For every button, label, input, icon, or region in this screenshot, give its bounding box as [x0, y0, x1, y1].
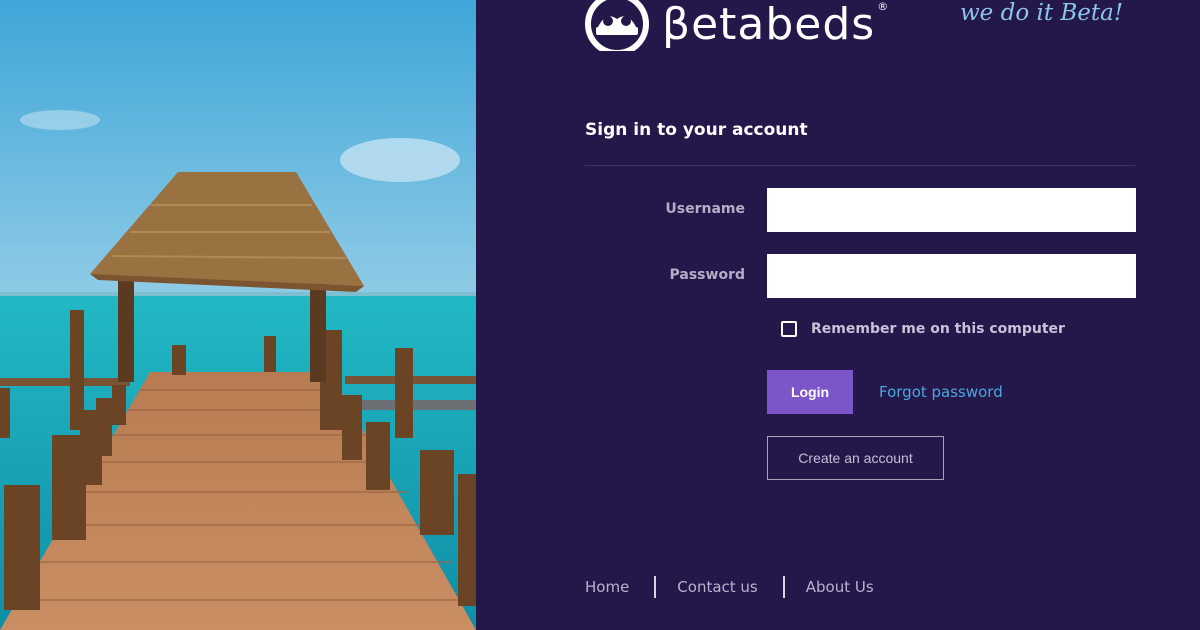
heading-divider	[585, 165, 1135, 166]
footer-link-home[interactable]: Home	[585, 578, 629, 596]
forgot-password-link[interactable]: Forgot password	[879, 383, 1003, 401]
hero-photo	[0, 0, 476, 630]
brand-tagline: we do it Beta!	[960, 0, 1124, 26]
form-heading: Sign in to your account	[585, 120, 808, 140]
remember-me-label[interactable]: Remember me on this computer	[811, 321, 1065, 337]
username-input[interactable]	[767, 188, 1136, 232]
footer-link-contact[interactable]: Contact us	[677, 578, 757, 596]
footer-separator	[782, 576, 785, 598]
footer-link-about[interactable]: About Us	[806, 578, 874, 596]
create-account-button[interactable]: Create an account	[767, 436, 944, 480]
username-label: Username	[665, 201, 745, 217]
bed-circle-logo-icon	[585, 0, 649, 51]
checkbox-icon[interactable]	[781, 321, 797, 337]
footer-separator	[654, 576, 657, 598]
footer-nav: Home Contact us About Us	[585, 576, 874, 598]
login-button[interactable]: Login	[767, 370, 853, 414]
registered-mark: ®	[877, 0, 889, 13]
brand-name: βetabeds	[662, 0, 876, 50]
login-panel: βetabeds ® we do it Beta! Sign in to you…	[476, 0, 1200, 630]
remember-me-row[interactable]: Remember me on this computer	[781, 321, 1065, 337]
password-label: Password	[669, 267, 745, 283]
brand-logo[interactable]: βetabeds ®	[584, 0, 888, 54]
password-input[interactable]	[767, 254, 1136, 298]
